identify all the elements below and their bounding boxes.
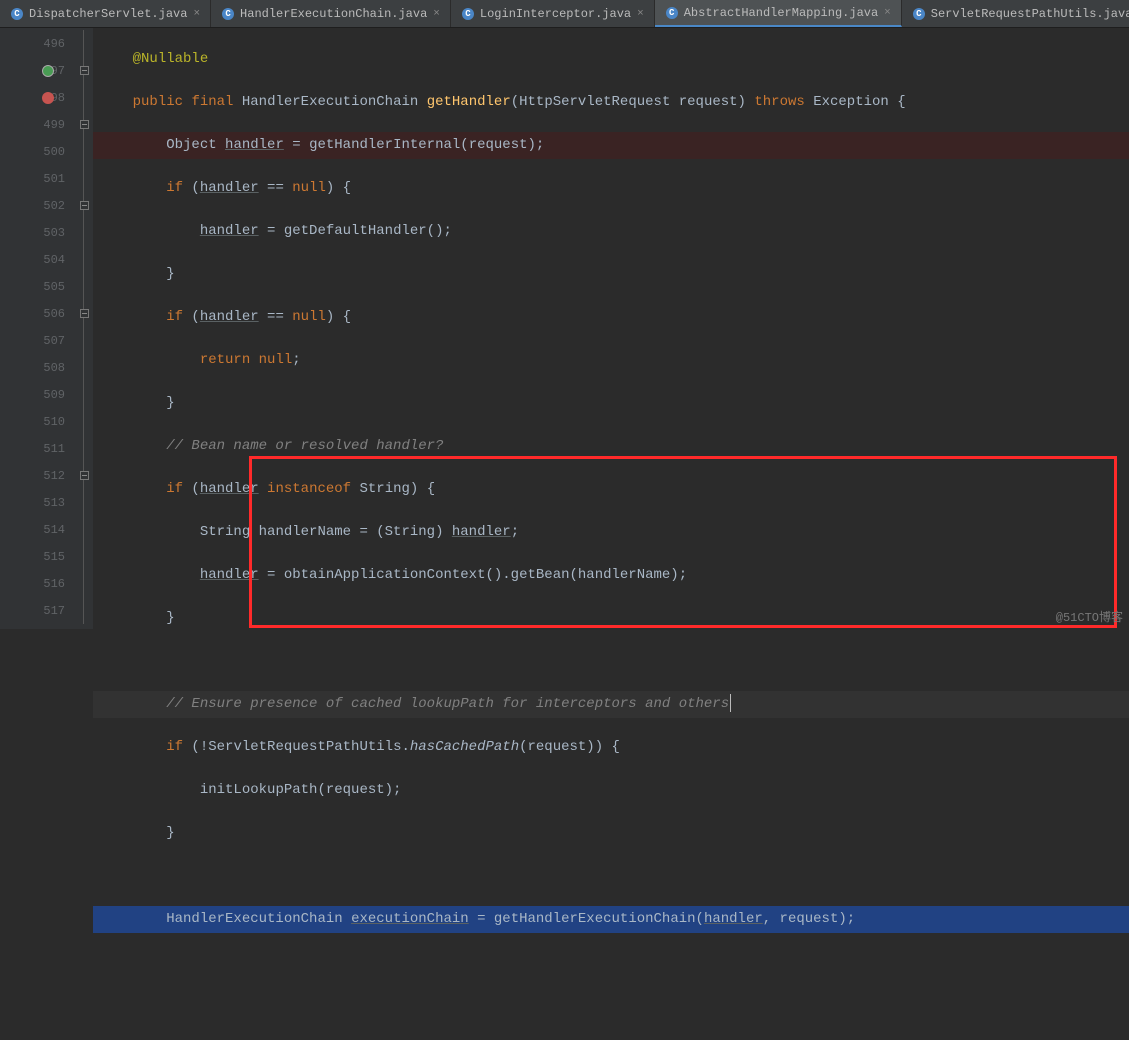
line-gutter: 496 497 498 499 500 501 502 503 504 505 … [0, 28, 75, 629]
code-line[interactable]: if (!ServletRequestPathUtils.hasCachedPa… [93, 734, 1129, 761]
tab-label: AbstractHandlerMapping.java [684, 6, 878, 20]
code-line[interactable]: handler = obtainApplicationContext().get… [93, 562, 1129, 589]
close-icon[interactable]: × [193, 8, 200, 20]
gutter-line: 502 [0, 192, 75, 219]
gutter-line: 511 [0, 435, 75, 462]
close-icon[interactable]: × [884, 7, 891, 19]
gutter-line: 512 [0, 462, 75, 489]
tab-abstracthandler[interactable]: C AbstractHandlerMapping.java × [655, 0, 902, 27]
code-line[interactable]: } [93, 261, 1129, 288]
code-content[interactable]: @Nullable public final HandlerExecutionC… [93, 28, 1129, 629]
code-line[interactable]: } [93, 820, 1129, 847]
code-line[interactable]: if (handler == null) { [93, 175, 1129, 202]
override-marker-icon[interactable] [42, 65, 54, 77]
code-line[interactable]: String handlerName = (String) handler; [93, 519, 1129, 546]
fold-icon[interactable] [80, 66, 89, 75]
gutter-line: 516 [0, 570, 75, 597]
gutter-line: 499 [0, 111, 75, 138]
gutter-line: 517 [0, 597, 75, 624]
code-line[interactable]: Object handler = getHandlerInternal(requ… [93, 132, 1129, 159]
code-line[interactable]: initLookupPath(request); [93, 777, 1129, 804]
cursor [730, 694, 731, 712]
code-line[interactable]: if (handler instanceof String) { [93, 476, 1129, 503]
code-line[interactable] [93, 949, 1129, 976]
code-line[interactable]: // Bean name or resolved handler? [93, 433, 1129, 460]
code-line[interactable]: handler = getDefaultHandler(); [93, 218, 1129, 245]
gutter-line: 505 [0, 273, 75, 300]
code-line[interactable]: } [93, 605, 1129, 632]
close-icon[interactable]: × [433, 8, 440, 20]
gutter-line: 514 [0, 516, 75, 543]
class-icon: C [665, 6, 679, 20]
code-line[interactable]: } [93, 390, 1129, 417]
gutter-line: 506 [0, 300, 75, 327]
tab-label: ServletRequestPathUtils.java [931, 7, 1129, 21]
class-icon: C [461, 7, 475, 21]
tab-label: HandlerExecutionChain.java [240, 7, 427, 21]
fold-icon[interactable] [80, 120, 89, 129]
editor[interactable]: 496 497 498 499 500 501 502 503 504 505 … [0, 28, 1129, 629]
gutter-line: 498 [0, 84, 75, 111]
tab-label: DispatcherServlet.java [29, 7, 187, 21]
gutter-line: 503 [0, 219, 75, 246]
gutter-line: 513 [0, 489, 75, 516]
gutter-line: 497 [0, 57, 75, 84]
gutter-line: 507 [0, 327, 75, 354]
tab-label: LoginInterceptor.java [480, 7, 631, 21]
code-line[interactable]: @Nullable [93, 46, 1129, 73]
tab-login[interactable]: C LoginInterceptor.java × [451, 0, 655, 27]
gutter-line: 509 [0, 381, 75, 408]
code-line[interactable] [93, 648, 1129, 675]
gutter-line: 515 [0, 543, 75, 570]
gutter-line: 501 [0, 165, 75, 192]
breakpoint-icon[interactable] [42, 92, 54, 104]
class-icon: C [912, 7, 926, 21]
code-line[interactable]: // Ensure presence of cached lookupPath … [93, 691, 1129, 718]
code-line[interactable] [93, 863, 1129, 890]
fold-icon[interactable] [80, 309, 89, 318]
class-icon: C [221, 7, 235, 21]
editor-tabs: C DispatcherServlet.java × C HandlerExec… [0, 0, 1129, 28]
tab-servletpath[interactable]: C ServletRequestPathUtils.java × [902, 0, 1129, 27]
tab-dispatcher[interactable]: C DispatcherServlet.java × [0, 0, 211, 27]
code-line[interactable]: if (handler == null) { [93, 304, 1129, 331]
gutter-line: 508 [0, 354, 75, 381]
gutter-line: 510 [0, 408, 75, 435]
fold-column [75, 28, 93, 629]
tab-handlerexec[interactable]: C HandlerExecutionChain.java × [211, 0, 451, 27]
code-line[interactable]: return null; [93, 347, 1129, 374]
code-line[interactable]: HandlerExecutionChain executionChain = g… [93, 906, 1129, 933]
fold-icon[interactable] [80, 471, 89, 480]
fold-icon[interactable] [80, 201, 89, 210]
gutter-line: 500 [0, 138, 75, 165]
gutter-line: 496 [0, 30, 75, 57]
class-icon: C [10, 7, 24, 21]
code-line[interactable]: public final HandlerExecutionChain getHa… [93, 89, 1129, 116]
watermark: @51CTO博客 [1056, 608, 1123, 625]
close-icon[interactable]: × [637, 8, 644, 20]
gutter-line: 504 [0, 246, 75, 273]
